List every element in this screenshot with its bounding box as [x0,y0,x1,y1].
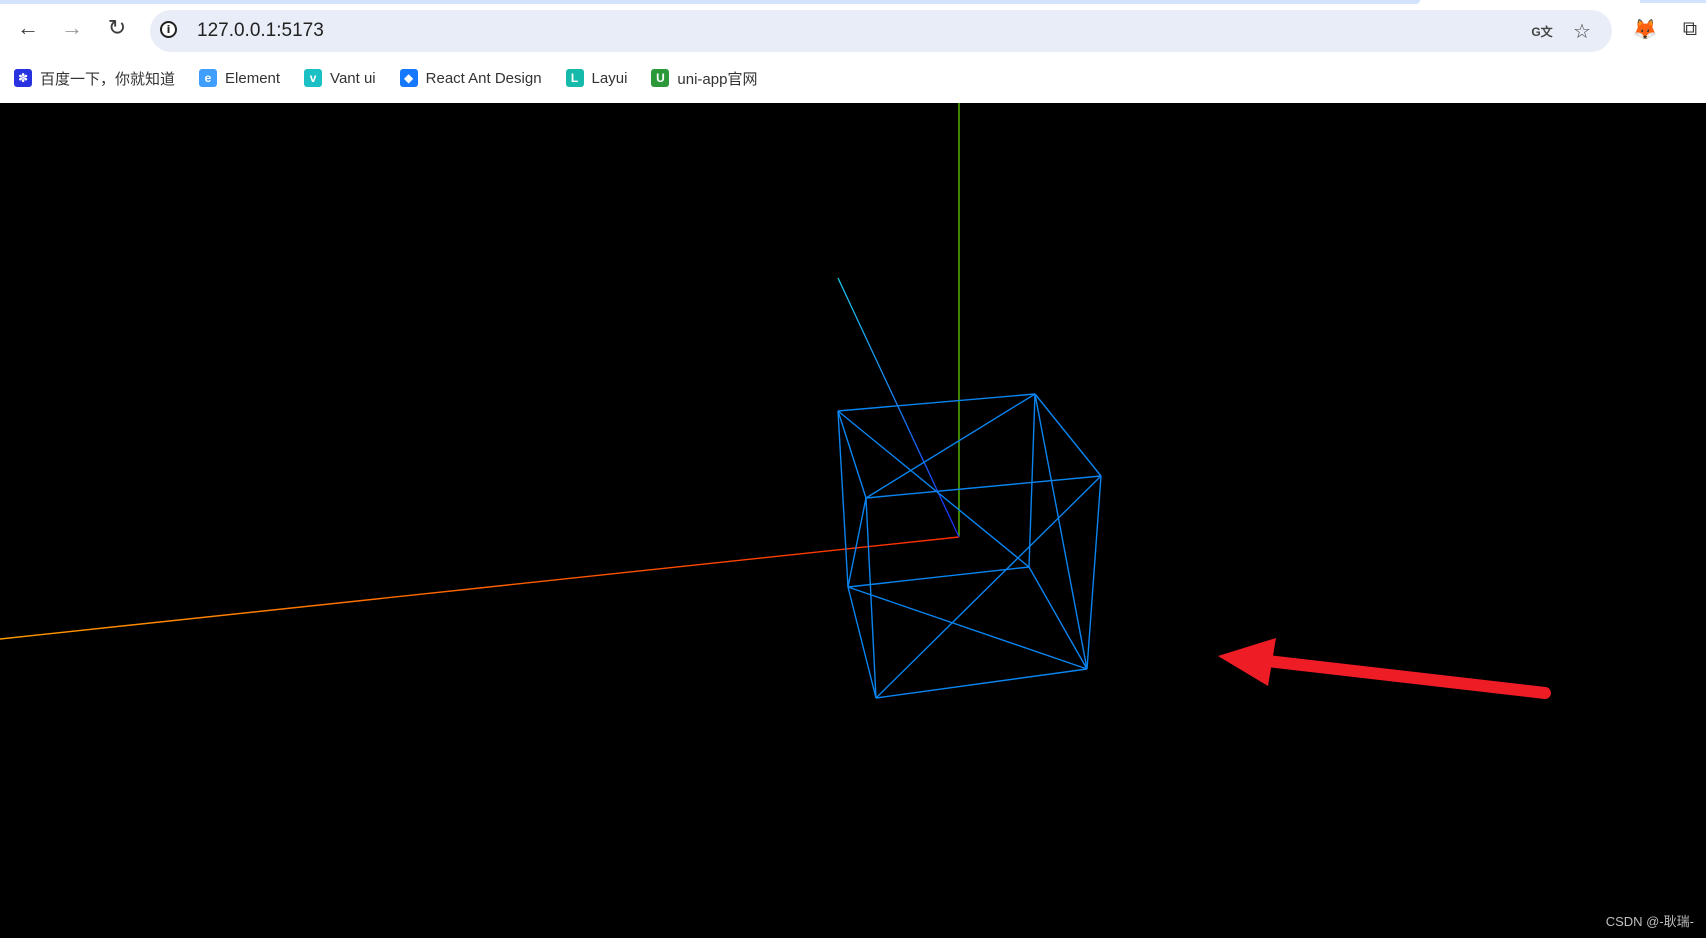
bookmark-label: Element [225,69,281,87]
cube-edge [1086,475,1102,670]
cube-edge [1034,393,1088,670]
cube-edge [875,668,1088,699]
element-logo-icon: e [199,69,218,87]
vant-logo-icon: v [304,69,323,87]
z-axis-line [837,277,960,538]
uniapp-logo-icon: U [651,69,670,87]
threejs-canvas[interactable] [0,0,1706,938]
baidu-paw-icon: ✽ [14,69,32,87]
tab-strip [1640,0,1706,3]
bookmarks-bar: ✽ 百度一下，你就知道 e Element v Vant ui ◆ React Ant Des… [14,66,757,90]
cube-edge [1034,393,1102,477]
extensions-puzzle-icon[interactable]: ⧉ [1677,16,1703,42]
cube-edge [865,497,877,699]
back-icon[interactable]: ← [14,14,42,42]
forward-icon[interactable]: → [58,14,86,42]
bookmark-label: Vant ui [330,69,376,87]
translate-icon[interactable]: G文 [1530,19,1554,43]
reload-icon[interactable]: ↻ [103,14,131,42]
bookmark-baidu[interactable]: ✽ 百度一下，你就知道 [14,68,175,89]
cube-edge [865,393,1036,499]
metamask-icon[interactable]: 🦊 [1632,16,1658,42]
cube-edge [1028,566,1088,670]
bookmark-star-icon[interactable]: ☆ [1570,19,1594,43]
bookmark-uniapp[interactable]: Uuni-app官网 [651,68,757,89]
bookmark-label: 百度一下，你就知道 [40,70,176,88]
browser-chrome: ← → ↻ i 127.0.0.1:5173 G文 ☆ 🦊 ⧉ ✽ 百度一下，你就… [0,0,1706,103]
red-arrow-annotation [1218,638,1551,699]
cube-edge [847,497,867,588]
cube-edge [837,393,1036,412]
bookmark-layui[interactable]: L Layui [565,69,628,87]
bookmark-label: React Ant Design [425,69,542,87]
antd-logo-icon: ◆ [399,69,418,87]
x-axis-line [0,536,960,640]
bookmark-label: uni-app官网 [677,70,758,88]
cube-edge [837,410,1030,568]
bookmark-element[interactable]: e Element [199,69,280,87]
bookmark-vant[interactable]: v Vant ui [304,69,376,87]
address-bar[interactable]: i 127.0.0.1:5173 G文 ☆ [150,10,1612,52]
cube-edge [865,475,1102,499]
tab-strip [0,0,1420,4]
bookmark-antd[interactable]: ◆ React Ant Design [399,69,542,87]
url-text[interactable]: 127.0.0.1:5173 [197,20,324,42]
bookmark-label: Layui [591,69,628,87]
cube-edge [847,586,1088,670]
cube-edge [847,566,1030,588]
layui-logo-icon: L [565,69,584,87]
site-info-icon[interactable]: i [160,21,177,38]
cube-edge [875,475,1102,699]
watermark: CSDN @-耿瑞- [1605,914,1694,929]
